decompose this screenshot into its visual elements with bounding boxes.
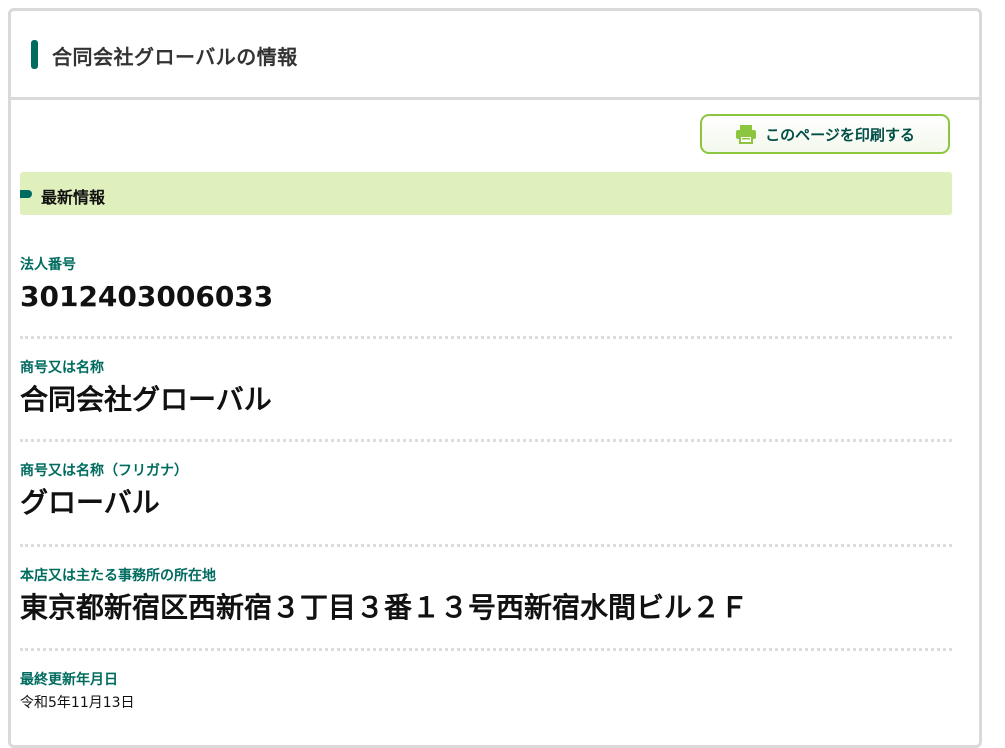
section-header: 最新情報 — [20, 172, 952, 215]
section-marker — [20, 190, 32, 198]
card-header: 合同会社グローバルの情報 — [11, 11, 979, 100]
field-label: 商号又は名称（フリガナ） — [20, 463, 188, 479]
print-page-button[interactable]: このページを印刷する — [700, 114, 950, 154]
header-accent-bar — [31, 40, 38, 69]
field-value: グローバル — [20, 486, 160, 519]
field-label: 法人番号 — [20, 257, 76, 273]
field-last-updated: 最終更新年月日 令和5年11月13日 — [20, 671, 952, 712]
print-button-label: このページを印刷する — [765, 125, 915, 144]
field-label: 本店又は主たる事務所の所在地 — [20, 568, 216, 584]
field-value: 合同会社グローバル — [20, 383, 272, 416]
field-value: 令和5年11月13日 — [20, 695, 135, 711]
printer-icon — [735, 124, 757, 144]
divider — [20, 648, 952, 651]
divider — [20, 544, 952, 547]
field-trade-name: 商号又は名称 合同会社グローバル — [20, 359, 952, 417]
field-label: 最終更新年月日 — [20, 672, 118, 688]
field-value: 3012403006033 — [20, 280, 274, 313]
field-trade-name-kana: 商号又は名称（フリガナ） グローバル — [20, 462, 952, 520]
page-title: 合同会社グローバルの情報 — [52, 45, 298, 69]
section-title: 最新情報 — [41, 188, 106, 207]
field-label: 商号又は名称 — [20, 360, 104, 376]
field-address: 本店又は主たる事務所の所在地 東京都新宿区西新宿３丁目３番１３号西新宿水間ビル２… — [20, 567, 952, 625]
divider — [20, 439, 952, 442]
field-corporate-number: 法人番号 3012403006033 — [20, 256, 952, 314]
field-value: 東京都新宿区西新宿３丁目３番１３号西新宿水間ビル２Ｆ — [20, 591, 749, 624]
divider — [20, 336, 952, 339]
